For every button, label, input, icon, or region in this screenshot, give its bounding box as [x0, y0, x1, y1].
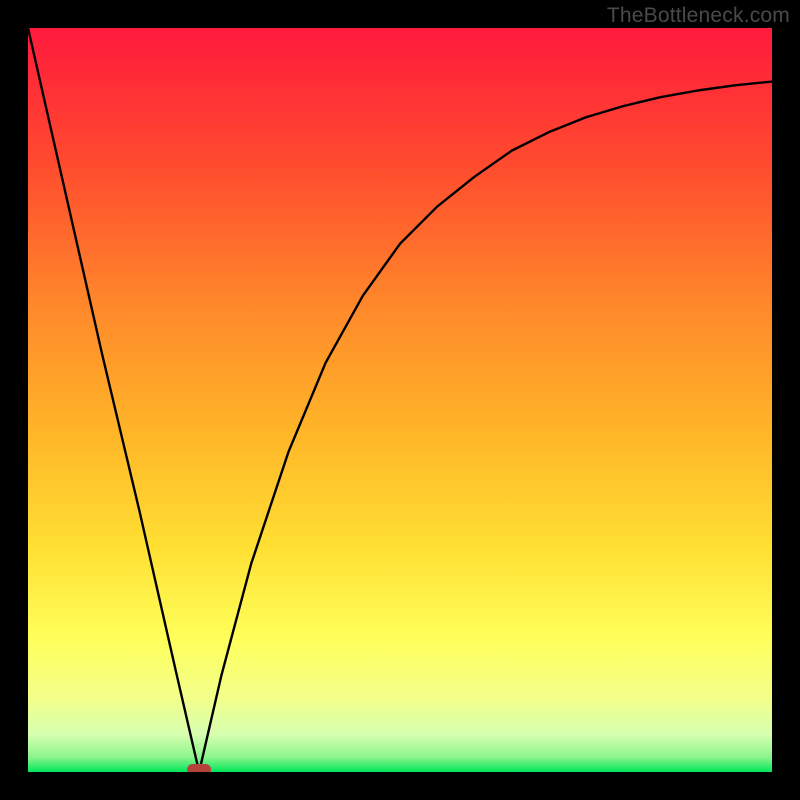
watermark-text: TheBottleneck.com: [607, 4, 790, 28]
chart-svg: [28, 28, 772, 772]
gradient-background: [28, 28, 772, 772]
chart-frame: TheBottleneck.com: [0, 0, 800, 800]
plot-area: [28, 28, 772, 772]
optimum-marker: [187, 764, 211, 772]
